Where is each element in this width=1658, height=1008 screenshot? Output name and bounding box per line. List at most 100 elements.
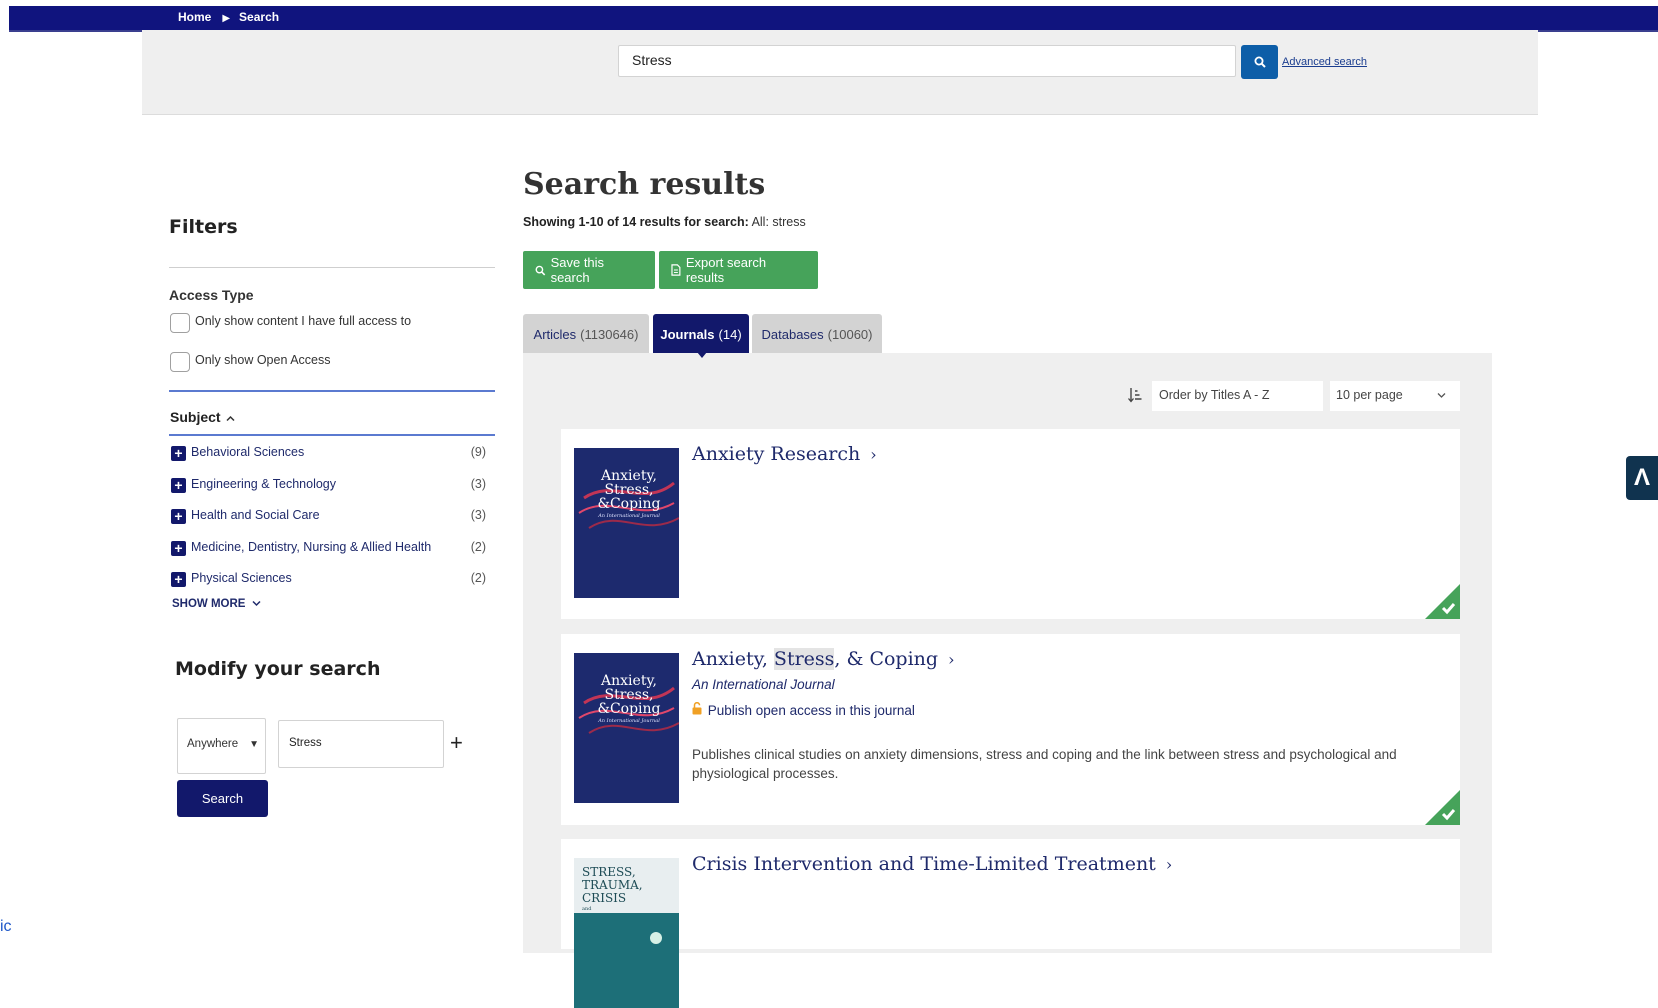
search-icon	[1254, 56, 1266, 68]
subject-item-health-social-care[interactable]: + Health and Social Care (3)	[171, 508, 486, 528]
modify-term-input[interactable]: Stress	[278, 720, 444, 768]
tab-journals[interactable]: Journals (14)	[653, 314, 749, 354]
subject-item-count: (2)	[470, 540, 486, 554]
chevron-down-icon	[1437, 393, 1446, 398]
breadcrumb-home-link[interactable]: Home	[178, 10, 211, 24]
subject-item-behavioral-sciences[interactable]: + Behavioral Sciences (9)	[171, 445, 486, 465]
access-check-icon	[1425, 584, 1460, 619]
open-access-label: Only show Open Access	[195, 353, 331, 367]
journal-cover-image[interactable]: Anxiety, Stress, &Coping An Internationa…	[574, 653, 679, 803]
save-search-button[interactable]: Save this search	[523, 251, 655, 289]
svg-text:and: and	[582, 906, 592, 912]
full-access-label: Only show content I have full access to	[195, 314, 412, 328]
sort-icon[interactable]	[1128, 387, 1142, 408]
results-summary: Showing 1-10 of 14 results for search: A…	[523, 215, 806, 229]
svg-text:TRAUMA,: TRAUMA,	[582, 878, 643, 892]
subject-item-engineering-technology[interactable]: + Engineering & Technology (3)	[171, 477, 486, 497]
journal-title: Anxiety,	[692, 648, 774, 670]
modify-search-heading: Modify your search	[175, 658, 381, 680]
chevron-down-icon	[252, 600, 261, 607]
plus-icon: +	[171, 572, 186, 587]
advanced-search-link[interactable]: Advanced search	[1282, 56, 1367, 68]
subject-item-label: Engineering & Technology	[191, 477, 337, 491]
journal-title: Crisis Intervention and Time-Limited Tre…	[692, 853, 1156, 875]
search-button[interactable]	[1241, 45, 1278, 79]
tab-label: Journals	[660, 326, 715, 342]
divider	[169, 267, 495, 268]
tab-articles[interactable]: Articles (1130646)	[523, 314, 649, 354]
accessibility-widget-button[interactable]: Λ	[1626, 456, 1658, 500]
journal-card: Anxiety, Stress, &Coping An Internationa…	[561, 634, 1460, 825]
access-type-heading: Access Type	[169, 287, 254, 303]
plus-icon: +	[171, 446, 186, 461]
open-access-link[interactable]: Publish open access in this journal	[692, 701, 915, 718]
journal-card: Anxiety, Stress, &Coping An Internationa…	[561, 429, 1460, 619]
search-icon	[535, 265, 546, 275]
document-icon	[671, 264, 681, 276]
export-results-button[interactable]: Export search results	[659, 251, 818, 289]
open-access-label: Publish open access in this journal	[707, 703, 915, 718]
chevron-right-icon: ›	[948, 650, 955, 669]
full-access-checkbox[interactable]	[170, 313, 190, 333]
svg-text:An International Journal: An International Journal	[597, 718, 660, 724]
subject-item-count: (2)	[470, 571, 486, 585]
tab-count: (14)	[718, 326, 742, 342]
edge-text: ic	[0, 918, 12, 935]
tab-label: Articles	[533, 326, 577, 342]
subject-item-label: Behavioral Sciences	[191, 445, 305, 459]
subject-item-count: (3)	[470, 508, 486, 522]
chevron-right-icon: ›	[870, 445, 877, 464]
access-check-icon	[1425, 790, 1460, 825]
per-page-value: 10 per page	[1336, 388, 1403, 402]
chevron-right-icon: ›	[1165, 855, 1173, 874]
search-term-highlight: Stress	[773, 648, 835, 670]
results-summary-query: All: stress	[751, 215, 806, 229]
open-access-checkbox[interactable]	[170, 352, 190, 372]
journal-title-link[interactable]: Crisis Intervention and Time-Limited Tre…	[692, 853, 1172, 875]
add-term-button[interactable]: +	[450, 730, 463, 756]
search-field-value: Anywhere	[187, 738, 239, 750]
plus-icon: +	[171, 478, 186, 493]
chevron-down-icon: ▼	[249, 739, 259, 750]
svg-text:&Coping: &Coping	[597, 496, 660, 512]
plus-icon: +	[171, 509, 186, 524]
breadcrumb: Home ▶ Search	[178, 10, 279, 24]
journal-description: Publishes clinical studies on anxiety di…	[692, 747, 1397, 781]
search-input[interactable]: Stress	[618, 45, 1236, 77]
filters-heading: Filters	[169, 216, 238, 238]
show-more-label: SHOW MORE	[172, 598, 246, 610]
subject-heading: Subject	[170, 409, 221, 425]
tab-databases[interactable]: Databases (10060)	[752, 314, 882, 354]
svg-text:STRESS,: STRESS,	[582, 865, 636, 879]
tab-count: (1130646)	[580, 326, 639, 342]
order-select[interactable]: Order by Titles A - Z	[1152, 381, 1323, 411]
subject-item-count: (9)	[470, 445, 486, 459]
journal-title: Anxiety Research	[692, 443, 861, 465]
journal-title-link[interactable]: Anxiety, Stress, & Coping ›	[692, 648, 954, 670]
journal-cover-image[interactable]: STRESS, TRAUMA, CRISIS and	[574, 858, 679, 1008]
tab-count: (10060)	[827, 326, 873, 342]
svg-text:&Coping: &Coping	[597, 701, 660, 717]
journal-title-link[interactable]: Anxiety Research ›	[692, 443, 877, 465]
results-summary-prefix: Showing 1-10 of 14 results for search:	[523, 215, 749, 229]
subject-item-medicine[interactable]: + Medicine, Dentistry, Nursing & Allied …	[171, 540, 486, 560]
plus-icon: +	[171, 541, 186, 556]
open-lock-icon	[692, 701, 702, 715]
journal-cover-image[interactable]: Anxiety, Stress, &Coping An Internationa…	[574, 448, 679, 598]
journal-subtitle: An International Journal	[692, 677, 835, 692]
show-more-button[interactable]: SHOW MORE	[172, 598, 261, 610]
export-results-label: Export search results	[685, 255, 767, 285]
breadcrumb-separator-icon: ▶	[222, 13, 231, 24]
search-field-select[interactable]: Anywhere ▼	[177, 718, 266, 774]
journal-title: , & Coping	[834, 648, 939, 670]
subject-toggle[interactable]: Subject	[170, 409, 235, 425]
modify-search-button[interactable]: Search	[177, 780, 268, 817]
subject-item-physical-sciences[interactable]: + Physical Sciences (2)	[171, 571, 486, 591]
journal-card: STRESS, TRAUMA, CRISIS and Crisis Interv…	[561, 839, 1460, 1008]
top-nav-bar: Home ▶ Search	[9, 6, 1658, 32]
breadcrumb-current: Search	[239, 10, 280, 24]
per-page-select[interactable]: 10 per page	[1330, 381, 1460, 411]
subject-item-count: (3)	[470, 477, 486, 491]
svg-text:An International Journal: An International Journal	[597, 513, 660, 519]
tab-label: Databases	[761, 326, 824, 342]
